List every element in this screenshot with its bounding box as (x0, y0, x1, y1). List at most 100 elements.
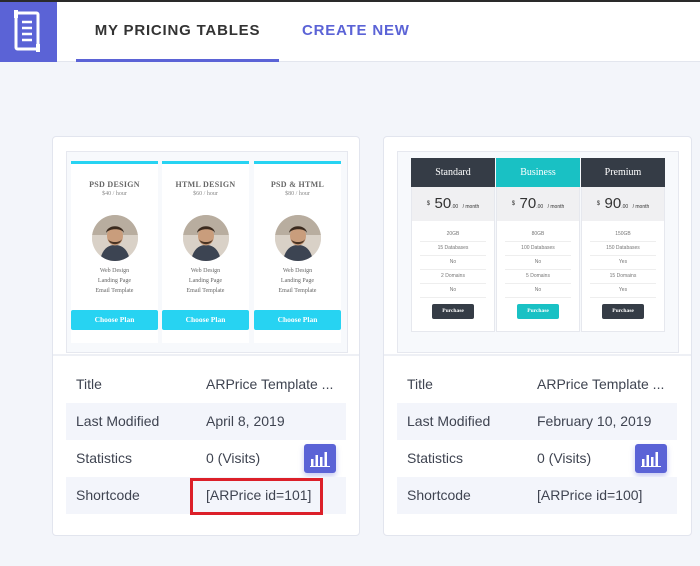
avatar (183, 215, 229, 261)
statistics-value: 0 (Visits) (537, 450, 592, 466)
preview-plan-column: PSD & HTML $80 / hour Web Design Landing Pa… (254, 161, 341, 343)
table-info: Title ARPrice Template ... Last Modified… (66, 366, 346, 515)
preview-plan-name: Premium (581, 158, 665, 187)
statistics-label: Statistics (76, 450, 133, 466)
preview-feature-separator (590, 283, 656, 284)
preview-feature-separator (505, 241, 571, 242)
info-row-statistics: Statistics 0 (Visits) (66, 440, 346, 477)
preview-feature-separator (420, 241, 486, 242)
title-value[interactable]: ARPrice Template ... (206, 366, 333, 403)
statistics-value: 0 (Visits) (206, 450, 261, 466)
avatar (92, 215, 138, 261)
preview-plan-price: $ 90.00 / month (582, 187, 664, 221)
preview-feature: Landing Page (97, 278, 132, 284)
choose-plan-button: Choose Plan (71, 310, 158, 330)
preview-feature: 100 Databases (521, 245, 555, 251)
document-icon (14, 10, 40, 52)
info-row-shortcode: Shortcode [ARPrice id=101] (66, 477, 346, 515)
preview-feature: 15 Domains (609, 273, 637, 279)
purchase-button: Purchase (517, 304, 559, 319)
preview-feature: Landing Page (280, 278, 315, 284)
last-modified-value: February 10, 2019 (537, 413, 652, 429)
preview-feature-separator (590, 297, 656, 298)
card-divider (384, 354, 691, 356)
preview-feature-separator (420, 297, 486, 298)
preview-feature: Web Design (190, 268, 221, 274)
preview-plan-price: $80 / hour (285, 191, 310, 197)
top-nav: MY PRICING TABLES CREATE NEW (0, 2, 700, 62)
choose-plan-button: Choose Plan (162, 310, 249, 330)
preview-plan-price: $40 / hour (102, 191, 127, 197)
preview-feature: Web Design (282, 268, 313, 274)
last-modified-value: April 8, 2019 (206, 413, 285, 429)
preview-feature: Yes (618, 259, 628, 265)
preview-feature-separator (590, 255, 656, 256)
purchase-button: Purchase (602, 304, 644, 319)
preview-feature: 80GB (531, 231, 545, 237)
preview-feature: 150GB (615, 231, 631, 237)
last-modified-label: Last Modified (407, 413, 491, 429)
preview-plan-name: HTML DESIGN (175, 180, 236, 189)
preview-feature: 150 Databases (606, 245, 640, 251)
preview-feature: Yes (618, 287, 628, 293)
preview-feature: Landing Page (188, 278, 223, 284)
info-row-title: Title ARPrice Template ... (66, 366, 346, 403)
bar-chart-icon (641, 452, 661, 467)
info-row-statistics: Statistics 0 (Visits) (397, 440, 677, 477)
info-row-title: Title ARPrice Template ... (397, 366, 677, 403)
preview-feature: No (449, 259, 457, 265)
preview-feature-separator (505, 269, 571, 270)
info-row-last-modified: Last Modified February 10, 2019 (397, 403, 677, 440)
preview-feature-separator (420, 255, 486, 256)
info-row-last-modified: Last Modified April 8, 2019 (66, 403, 346, 440)
pricing-table-card-101[interactable]: PSD DESIGN $40 / hour Web Design Landing Pa… (52, 136, 360, 536)
preview-feature-separator (420, 283, 486, 284)
preview-feature: Web Design (99, 268, 130, 274)
preview-feature: 5 Domains (526, 273, 550, 279)
title-value[interactable]: ARPrice Template ... (537, 366, 664, 403)
shortcode-value[interactable]: [ARPrice id=100] (537, 477, 642, 514)
preview-feature-separator (420, 269, 486, 270)
title-label: Title (76, 376, 102, 392)
shortcode-highlight-box (190, 478, 323, 515)
tab-create-new[interactable]: CREATE NEW (302, 2, 410, 62)
template-preview-thumbnail[interactable]: Standard $ 50.00 / month 20GB 15 Databases N… (397, 151, 679, 353)
preview-feature: 20GB (446, 231, 460, 237)
statistics-label: Statistics (407, 450, 464, 466)
preview-plan-column: HTML DESIGN $60 / hour Web Design Landing P… (162, 161, 249, 343)
preview-plan-price: $ 70.00 / month (497, 187, 579, 221)
preview-plan-column: Premium $ 90.00 / month 150GB 150 Databases… (581, 158, 665, 332)
table-info: Title ARPrice Template ... Last Modified… (397, 366, 677, 514)
template-preview-thumbnail[interactable]: PSD DESIGN $40 / hour Web Design Landing Pa… (66, 151, 348, 353)
preview-plan-price: $ 50.00 / month (412, 187, 494, 221)
preview-feature: Email Template (278, 288, 317, 294)
choose-plan-button: Choose Plan (254, 310, 341, 330)
pricing-table-card-100[interactable]: Standard $ 50.00 / month 20GB 15 Databases N… (383, 136, 692, 536)
title-label: Title (407, 376, 433, 392)
preview-plan-price: $60 / hour (193, 191, 218, 197)
preview-feature: No (534, 287, 542, 293)
preview-feature-separator (505, 255, 571, 256)
statistics-button[interactable] (635, 444, 667, 473)
tab-my-pricing-tables[interactable]: MY PRICING TABLES (76, 2, 279, 62)
preview-plan-name: PSD DESIGN (89, 180, 140, 189)
preview-plan-name: Standard (411, 158, 495, 187)
preview-plan-column: PSD DESIGN $40 / hour Web Design Landing Pa… (71, 161, 158, 343)
preview-feature: Email Template (95, 288, 134, 294)
preview-feature: No (449, 287, 457, 293)
preview-plan-column: Standard $ 50.00 / month 20GB 15 Databases N… (411, 158, 495, 332)
statistics-button[interactable] (304, 444, 336, 473)
last-modified-label: Last Modified (76, 413, 160, 429)
preview-plan-column: Business $ 70.00 / month 80GB 100 Databases… (496, 158, 580, 332)
shortcode-label: Shortcode (76, 487, 140, 503)
purchase-button: Purchase (432, 304, 474, 319)
preview-plan-name: PSD & HTML (270, 180, 325, 189)
preview-feature-separator (505, 283, 571, 284)
card-divider (53, 354, 359, 356)
preview-feature: 15 Databases (437, 245, 469, 251)
app-logo[interactable] (0, 2, 57, 62)
shortcode-label: Shortcode (407, 487, 471, 503)
preview-feature: 2 Domains (441, 273, 465, 279)
preview-feature-separator (590, 269, 656, 270)
info-row-shortcode: Shortcode [ARPrice id=100] (397, 477, 677, 514)
